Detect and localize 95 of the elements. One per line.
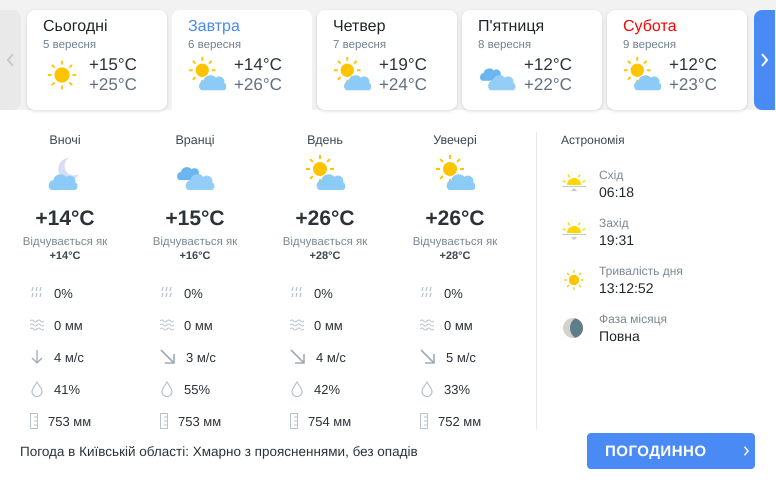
humidity: 55% — [184, 382, 210, 396]
rain-icon — [290, 286, 304, 300]
day-date: 6 вересня — [188, 38, 242, 53]
period-temperature: +26°C — [295, 206, 355, 232]
pressure: 752 мм — [438, 414, 482, 428]
rain-icon — [160, 286, 174, 300]
waves-icon — [290, 319, 304, 331]
pressure: 753 мм — [48, 414, 92, 428]
next-button[interactable] — [754, 10, 775, 110]
precipitation-chance: 0% — [54, 286, 73, 300]
arrow-down-right-icon — [420, 349, 436, 365]
ruler-icon — [160, 413, 168, 429]
chevron-right-icon — [760, 53, 769, 67]
astronomy-value: 19:31 — [599, 231, 634, 249]
precipitation-amount: 0 мм — [314, 318, 343, 332]
precipitation-amount: 0 мм — [444, 318, 473, 332]
weather-summary: Погода в Київській області: Хмарно з проясненнями, без опадів — [20, 444, 418, 458]
day-card[interactable]: Сьогодні 5 вересня +15°C +25°C — [27, 10, 167, 110]
precipitation-amount: 0 мм — [184, 318, 213, 332]
chevron-right-icon — [742, 444, 749, 458]
period-temperature: +15°C — [165, 206, 225, 232]
waves-icon — [160, 319, 174, 331]
ruler-icon — [420, 413, 428, 429]
chevron-left-icon — [6, 53, 15, 67]
astronomy-label: Схід — [599, 167, 624, 183]
period-label: Вдень — [307, 132, 343, 148]
feels-like-label: Відчувається як — [282, 235, 368, 249]
day-date: 5 вересня — [43, 38, 98, 53]
arrow-down-right-icon — [290, 349, 306, 365]
precipitation-chance: 0% — [314, 286, 333, 300]
day-date: 8 вересня — [478, 38, 532, 53]
rain-icon — [30, 286, 44, 300]
precipitation-amount: 0 мм — [54, 318, 83, 332]
feels-like-value: +14°C — [49, 249, 80, 263]
arrow-down-right-icon — [160, 349, 176, 365]
max-temperature: +25°C — [89, 75, 137, 95]
feels-like-value: +16°C — [179, 249, 210, 263]
feels-like-value: +28°C — [309, 249, 340, 263]
drop-icon — [30, 381, 44, 397]
day-name: П'ятниця — [478, 17, 546, 37]
day-name: Сьогодні — [43, 17, 109, 37]
day-name: Четвер — [333, 17, 386, 37]
period-temperature: +14°C — [35, 206, 95, 232]
astronomy-label: Захід — [599, 215, 630, 231]
day-date: 7 вересня — [333, 38, 388, 53]
astronomy-label: Тривалість дня — [599, 263, 683, 279]
day-card[interactable]: Четвер 7 вересня +19°C +24°C — [317, 10, 457, 110]
pressure: 753 мм — [178, 414, 222, 428]
min-temperature: +12°C — [669, 55, 717, 75]
arrow-down-icon — [30, 349, 44, 365]
astronomy-title: Астрономія — [561, 132, 626, 148]
humidity: 42% — [314, 382, 340, 396]
pressure: 754 мм — [308, 414, 352, 428]
day-card[interactable]: Субота 9 вересня +12°C +23°C — [607, 10, 747, 110]
feels-like-label: Відчувається як — [152, 235, 238, 249]
wind-speed: 3 м/с — [186, 350, 216, 364]
humidity: 33% — [444, 382, 470, 396]
astronomy-value: 06:18 — [599, 183, 634, 201]
humidity: 41% — [54, 382, 80, 396]
min-temperature: +14°C — [234, 55, 282, 75]
drop-icon — [160, 381, 174, 397]
min-temperature: +19°C — [379, 55, 427, 75]
max-temperature: +22°C — [524, 75, 572, 95]
waves-icon — [420, 319, 434, 331]
day-card[interactable]: Завтра 6 вересня +14°C +26°C — [172, 10, 312, 110]
day-card[interactable]: П'ятниця 8 вересня +12°C +22°C — [462, 10, 602, 110]
day-name: Субота — [623, 17, 678, 37]
min-temperature: +15°C — [89, 55, 137, 75]
max-temperature: +23°C — [669, 75, 717, 95]
astronomy-value: Повна — [599, 327, 641, 345]
astronomy-label: Фаза місяця — [599, 311, 667, 327]
ruler-icon — [290, 413, 298, 429]
max-temperature: +26°C — [234, 75, 282, 95]
precipitation-chance: 0% — [444, 286, 463, 300]
feels-like-label: Відчувається як — [412, 235, 498, 249]
precipitation-chance: 0% — [184, 286, 203, 300]
drop-icon — [420, 381, 434, 397]
day-name: Завтра — [188, 17, 241, 37]
feels-like-label: Відчувається як — [22, 235, 108, 249]
astronomy-value: 13:12:52 — [599, 279, 654, 297]
wind-speed: 4 м/с — [316, 350, 346, 364]
ruler-icon — [30, 413, 38, 429]
period-label: Вночі — [49, 132, 81, 148]
waves-icon — [30, 319, 44, 331]
min-temperature: +12°C — [524, 55, 572, 75]
wind-speed: 5 м/с — [446, 350, 476, 364]
period-label: Вранці — [175, 132, 215, 148]
period-label: Увечері — [433, 132, 477, 148]
wind-speed: 4 м/с — [54, 350, 84, 364]
rain-icon — [420, 286, 434, 300]
max-temperature: +24°C — [379, 75, 427, 95]
feels-like-value: +28°C — [439, 249, 470, 263]
drop-icon — [290, 381, 304, 397]
day-date: 9 вересня — [623, 38, 678, 53]
period-temperature: +26°C — [425, 206, 485, 232]
